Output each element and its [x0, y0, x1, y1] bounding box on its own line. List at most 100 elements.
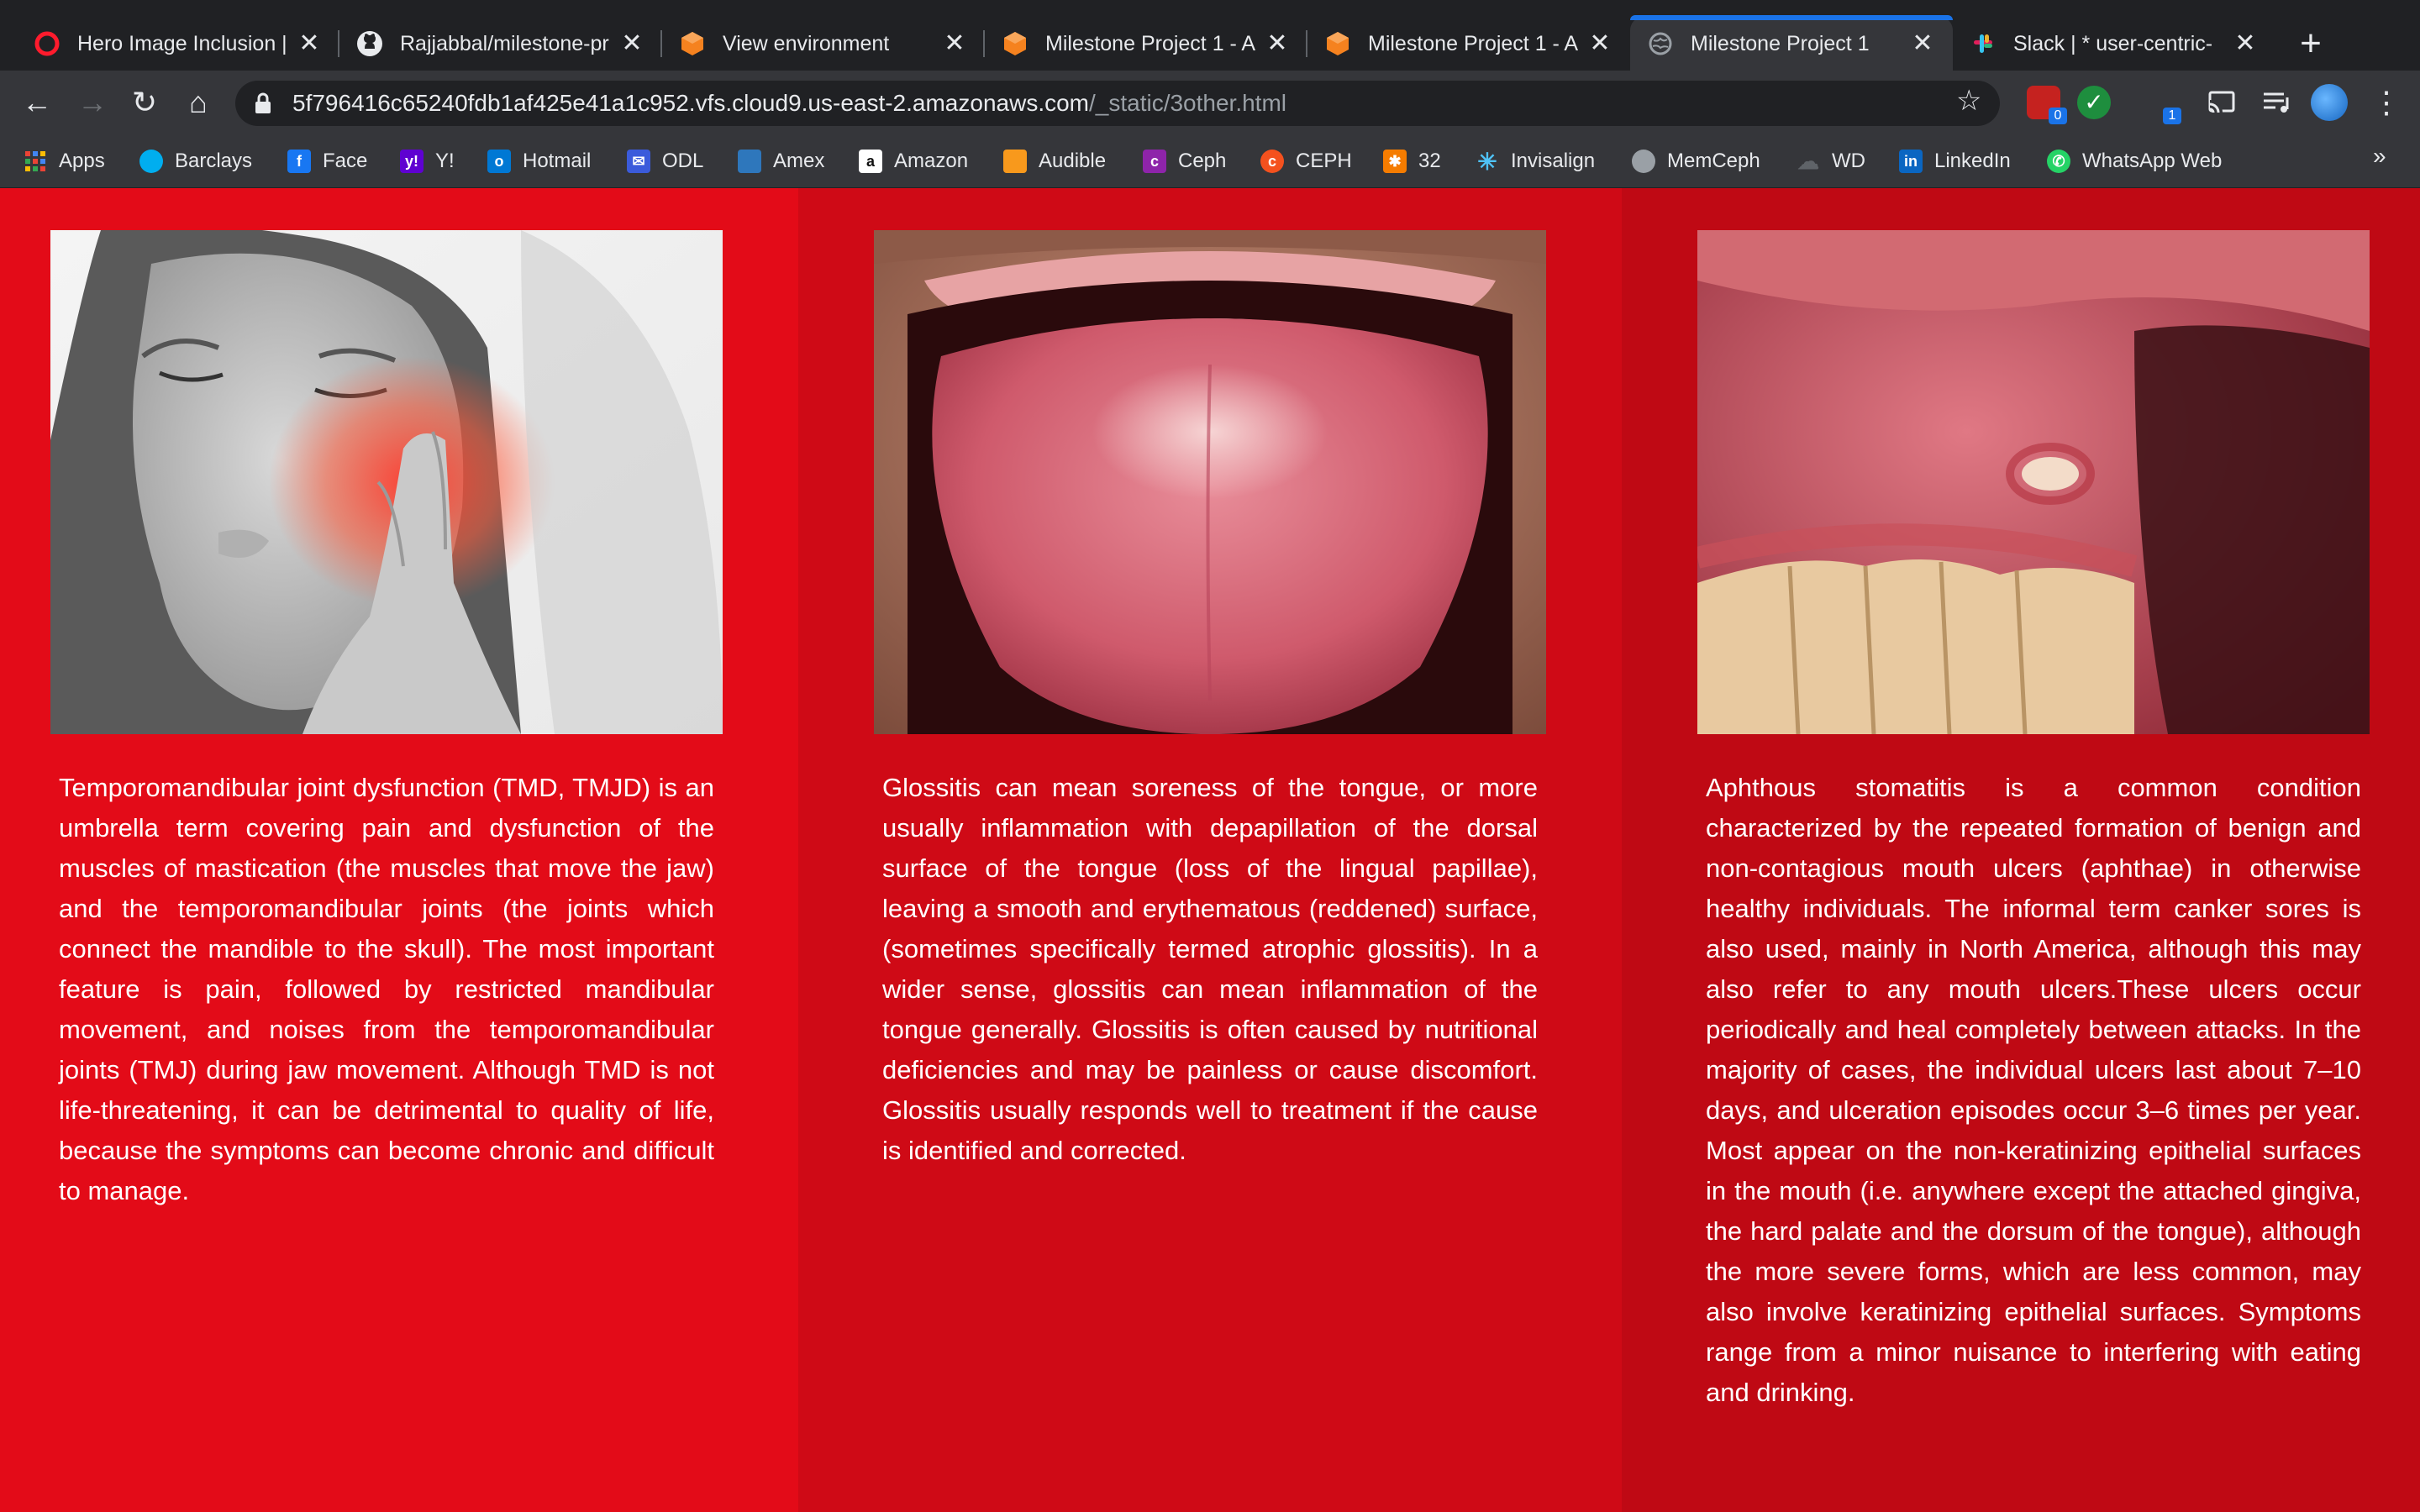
bookmark-label: Audible — [1039, 150, 1107, 172]
aws-cloud9-icon — [1002, 30, 1028, 57]
bookmark-label: Invisalign — [1511, 150, 1596, 172]
tab-title: Milestone Project 1 - A — [1045, 31, 1256, 55]
ceph-icon: c — [1143, 150, 1166, 173]
lock-icon — [254, 92, 274, 115]
article-glossitis: Glossitis can mean soreness of the tongu… — [798, 188, 1622, 1512]
bookmark-memceph[interactable]: MemCeph — [1632, 146, 1760, 176]
bookmark-invisalign[interactable]: ✳ Invisalign — [1476, 146, 1595, 176]
bookmark-barclays[interactable]: Barclays — [139, 146, 252, 176]
cloud-icon: ☁ — [1797, 148, 1819, 174]
url-host: 5f796416c65240fdb1af425e41a1c952.vfs.clo… — [292, 90, 1089, 116]
bookmark-label: Amazon — [894, 150, 969, 172]
new-tab-button[interactable]: + — [2294, 25, 2328, 62]
bookmark-label: Apps — [59, 150, 105, 172]
bookmark-face[interactable]: f Face — [287, 146, 367, 176]
mouth-ulcer-photo — [1697, 230, 2370, 734]
bookmark-label: Barclays — [175, 150, 253, 172]
memceph-icon — [1632, 150, 1655, 173]
bookmark-audible[interactable]: Audible — [1003, 146, 1106, 176]
facebook-icon: f — [287, 150, 311, 173]
bookmark-label: Ceph — [1178, 150, 1227, 172]
tongue-photo — [874, 230, 1546, 734]
bookmarks-overflow-icon[interactable]: » — [2373, 143, 2386, 170]
extension-badge: 1 — [2163, 108, 2181, 124]
home-button[interactable]: ⌂ — [182, 86, 215, 119]
article-aphthous-stomatitis: Aphthous stomatitis is a common conditio… — [1622, 188, 2420, 1512]
close-icon[interactable]: ✕ — [2232, 30, 2259, 57]
tab-title: Slack | * user-centric- — [2013, 31, 2213, 55]
lastpass-extension-icon[interactable]: 0 — [2027, 86, 2067, 124]
address-bar[interactable]: 5f796416c65240fdb1af425e41a1c952.vfs.clo… — [235, 81, 2000, 126]
url-path: /_static/3other.html — [1089, 90, 1287, 116]
tab-milestone-active[interactable]: Milestone Project 1 ✕ — [1630, 15, 1953, 71]
github-icon — [356, 30, 383, 57]
tab-hero-image[interactable]: Hero Image Inclusion | ✕ — [17, 17, 339, 71]
tab-strip: Hero Image Inclusion | ✕ Rajjabbal/miles… — [0, 0, 2420, 71]
extension-icon[interactable]: 1 — [2141, 86, 2181, 124]
slack-icon — [1970, 30, 1996, 57]
close-icon[interactable]: ✕ — [1586, 30, 1613, 57]
bookmark-star-icon[interactable]: ☆ — [1956, 86, 1986, 116]
media-controls-icon[interactable] — [2259, 86, 2292, 119]
tab-view-environment[interactable]: View environment ✕ — [662, 17, 985, 71]
bookmark-amex[interactable]: Amex — [738, 146, 824, 176]
tab-title: Hero Image Inclusion | — [77, 31, 287, 55]
profile-avatar[interactable] — [2311, 84, 2348, 121]
outlook-icon: o — [487, 150, 511, 173]
menu-kebab-icon[interactable]: ⋮ — [2370, 86, 2403, 119]
bookmark-wd[interactable]: ☁ WD — [1797, 146, 1865, 176]
browser-toolbar: ← → ↻ ⌂ 5f796416c65240fdb1af425e41a1c952… — [0, 71, 2420, 134]
bookmark-label: CEPH — [1296, 150, 1352, 172]
tab-title: Milestone Project 1 — [1691, 31, 1870, 55]
bookmark-label: Face — [323, 150, 368, 172]
bookmark-hotmail[interactable]: o Hotmail — [487, 146, 591, 176]
close-icon[interactable]: ✕ — [1264, 30, 1291, 57]
bookmark-amazon[interactable]: a Amazon — [859, 146, 968, 176]
apps-grid-icon — [24, 150, 47, 173]
bookmark-ceph-2[interactable]: c CEPH — [1260, 146, 1352, 176]
whatsapp-icon: ✆ — [2047, 150, 2070, 173]
bookmark-apps[interactable]: Apps — [24, 146, 105, 176]
article-text: Glossitis can mean soreness of the tongu… — [882, 773, 1538, 1165]
bookmark-ceph[interactable]: c Ceph — [1143, 146, 1226, 176]
reload-button[interactable]: ↻ — [128, 86, 161, 119]
tab-title: Rajjabbal/milestone-pr — [400, 31, 609, 55]
tab-milestone-aws-2[interactable]: Milestone Project 1 - A ✕ — [1307, 17, 1630, 71]
bookmark-label: WD — [1832, 150, 1865, 172]
article-text: Aphthous stomatitis is a common conditio… — [1706, 773, 2361, 1407]
mail-icon: ✉ — [627, 150, 650, 173]
tab-title: View environment — [723, 31, 890, 55]
back-button[interactable]: ← — [20, 86, 54, 119]
linkedin-icon: in — [1899, 150, 1923, 173]
bookmark-label: Hotmail — [523, 150, 592, 172]
opera-icon — [34, 30, 60, 57]
yahoo-icon: y! — [400, 150, 424, 173]
amex-icon — [738, 150, 761, 173]
tab-milestone-aws-1[interactable]: Milestone Project 1 - A ✕ — [985, 17, 1307, 71]
bookmark-label: LinkedIn — [1934, 150, 2011, 172]
close-icon[interactable]: ✕ — [941, 30, 968, 57]
bookmark-label: Y! — [435, 150, 455, 172]
ceph-orange-icon: c — [1260, 150, 1284, 173]
close-icon[interactable]: ✕ — [618, 30, 645, 57]
tab-title: Milestone Project 1 - A — [1368, 31, 1579, 55]
tab-slack[interactable]: Slack | * user-centric- ✕ — [1953, 17, 2275, 71]
close-icon[interactable]: ✕ — [296, 30, 323, 57]
bookmark-yahoo[interactable]: y! Y! — [400, 146, 455, 176]
bookmark-whatsapp[interactable]: ✆ WhatsApp Web — [2047, 146, 2222, 176]
invisalign-icon: ✳ — [1477, 148, 1497, 175]
check-extension-icon[interactable]: ✓ — [2077, 86, 2111, 119]
bookmark-label: ODL — [662, 150, 704, 172]
tab-github[interactable]: Rajjabbal/milestone-pr ✕ — [339, 17, 662, 71]
amazon-icon: a — [859, 150, 882, 173]
cast-icon[interactable] — [2205, 86, 2238, 119]
article-text: Temporomandibular joint dysfunction (TMD… — [59, 773, 714, 1205]
extension-badge: 0 — [2049, 108, 2067, 124]
bookmark-odl[interactable]: ✉ ODL — [627, 146, 703, 176]
bookmark-linkedin[interactable]: in LinkedIn — [1899, 146, 2011, 176]
bookmark-32[interactable]: ✱ 32 — [1383, 146, 1441, 176]
forward-button[interactable]: → — [76, 86, 109, 119]
bookmarks-bar: Apps Barclays f Face y! Y! o Hotmail ✉ O… — [0, 134, 2420, 188]
close-icon[interactable]: ✕ — [1909, 30, 1936, 57]
jaw-pain-photo — [50, 230, 723, 734]
